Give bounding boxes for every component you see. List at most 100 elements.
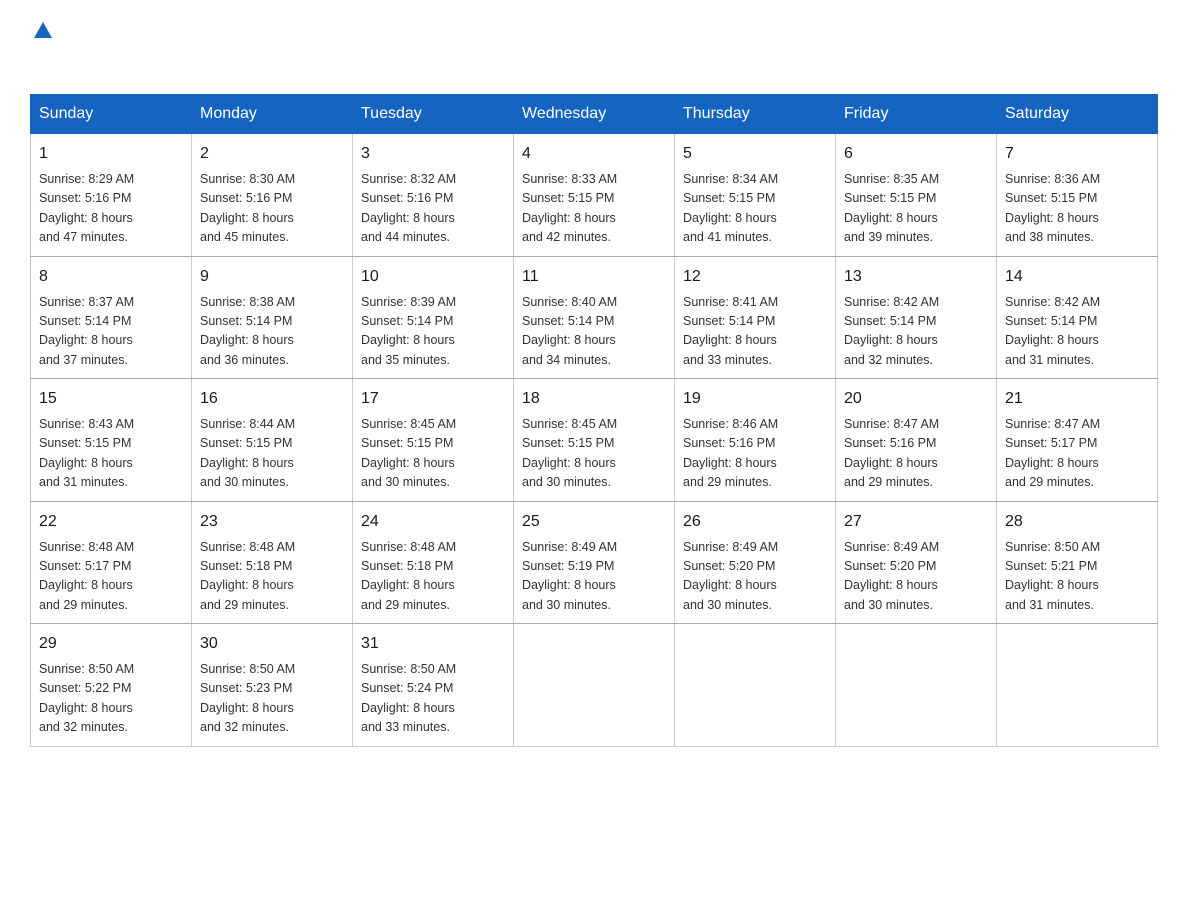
- day-number: 22: [39, 510, 183, 534]
- day-info: Sunrise: 8:42 AM Sunset: 5:14 PM Dayligh…: [1005, 293, 1149, 371]
- day-info: Sunrise: 8:29 AM Sunset: 5:16 PM Dayligh…: [39, 170, 183, 248]
- calendar-cell: [514, 624, 675, 747]
- calendar-table: SundayMondayTuesdayWednesdayThursdayFrid…: [30, 94, 1158, 747]
- day-info: Sunrise: 8:34 AM Sunset: 5:15 PM Dayligh…: [683, 170, 827, 248]
- calendar-cell: 2 Sunrise: 8:30 AM Sunset: 5:16 PM Dayli…: [192, 134, 353, 257]
- logo-triangle-icon: [32, 20, 54, 42]
- calendar-cell: 23 Sunrise: 8:48 AM Sunset: 5:18 PM Dayl…: [192, 501, 353, 624]
- day-info: Sunrise: 8:37 AM Sunset: 5:14 PM Dayligh…: [39, 293, 183, 371]
- calendar-cell: [997, 624, 1158, 747]
- header-thursday: Thursday: [675, 95, 836, 134]
- day-info: Sunrise: 8:49 AM Sunset: 5:20 PM Dayligh…: [844, 538, 988, 616]
- day-info: Sunrise: 8:47 AM Sunset: 5:16 PM Dayligh…: [844, 415, 988, 493]
- calendar-cell: 19 Sunrise: 8:46 AM Sunset: 5:16 PM Dayl…: [675, 379, 836, 502]
- calendar-cell: 28 Sunrise: 8:50 AM Sunset: 5:21 PM Dayl…: [997, 501, 1158, 624]
- day-info: Sunrise: 8:46 AM Sunset: 5:16 PM Dayligh…: [683, 415, 827, 493]
- day-number: 16: [200, 387, 344, 411]
- day-info: Sunrise: 8:50 AM Sunset: 5:21 PM Dayligh…: [1005, 538, 1149, 616]
- calendar-cell: 30 Sunrise: 8:50 AM Sunset: 5:23 PM Dayl…: [192, 624, 353, 747]
- day-info: Sunrise: 8:32 AM Sunset: 5:16 PM Dayligh…: [361, 170, 505, 248]
- day-number: 7: [1005, 142, 1149, 166]
- calendar-cell: 29 Sunrise: 8:50 AM Sunset: 5:22 PM Dayl…: [31, 624, 192, 747]
- calendar-week-5: 29 Sunrise: 8:50 AM Sunset: 5:22 PM Dayl…: [31, 624, 1158, 747]
- day-number: 25: [522, 510, 666, 534]
- calendar-week-2: 8 Sunrise: 8:37 AM Sunset: 5:14 PM Dayli…: [31, 256, 1158, 379]
- calendar-cell: 22 Sunrise: 8:48 AM Sunset: 5:17 PM Dayl…: [31, 501, 192, 624]
- day-number: 18: [522, 387, 666, 411]
- day-number: 14: [1005, 265, 1149, 289]
- day-number: 13: [844, 265, 988, 289]
- day-number: 29: [39, 632, 183, 656]
- header-monday: Monday: [192, 95, 353, 134]
- calendar-week-1: 1 Sunrise: 8:29 AM Sunset: 5:16 PM Dayli…: [31, 134, 1158, 257]
- day-info: Sunrise: 8:44 AM Sunset: 5:15 PM Dayligh…: [200, 415, 344, 493]
- calendar-cell: 3 Sunrise: 8:32 AM Sunset: 5:16 PM Dayli…: [353, 134, 514, 257]
- calendar-cell: 9 Sunrise: 8:38 AM Sunset: 5:14 PM Dayli…: [192, 256, 353, 379]
- day-info: Sunrise: 8:39 AM Sunset: 5:14 PM Dayligh…: [361, 293, 505, 371]
- day-number: 8: [39, 265, 183, 289]
- day-info: Sunrise: 8:33 AM Sunset: 5:15 PM Dayligh…: [522, 170, 666, 248]
- header-tuesday: Tuesday: [353, 95, 514, 134]
- calendar-cell: [836, 624, 997, 747]
- calendar-cell: [675, 624, 836, 747]
- day-info: Sunrise: 8:47 AM Sunset: 5:17 PM Dayligh…: [1005, 415, 1149, 493]
- day-info: Sunrise: 8:41 AM Sunset: 5:14 PM Dayligh…: [683, 293, 827, 371]
- day-info: Sunrise: 8:49 AM Sunset: 5:20 PM Dayligh…: [683, 538, 827, 616]
- calendar-cell: 15 Sunrise: 8:43 AM Sunset: 5:15 PM Dayl…: [31, 379, 192, 502]
- day-info: Sunrise: 8:50 AM Sunset: 5:22 PM Dayligh…: [39, 660, 183, 738]
- day-info: Sunrise: 8:42 AM Sunset: 5:14 PM Dayligh…: [844, 293, 988, 371]
- day-info: Sunrise: 8:50 AM Sunset: 5:23 PM Dayligh…: [200, 660, 344, 738]
- calendar-cell: 11 Sunrise: 8:40 AM Sunset: 5:14 PM Dayl…: [514, 256, 675, 379]
- logo: [30, 20, 54, 74]
- page-header: [30, 20, 1158, 74]
- day-info: Sunrise: 8:48 AM Sunset: 5:17 PM Dayligh…: [39, 538, 183, 616]
- day-info: Sunrise: 8:50 AM Sunset: 5:24 PM Dayligh…: [361, 660, 505, 738]
- calendar-cell: 7 Sunrise: 8:36 AM Sunset: 5:15 PM Dayli…: [997, 134, 1158, 257]
- day-info: Sunrise: 8:35 AM Sunset: 5:15 PM Dayligh…: [844, 170, 988, 248]
- day-number: 12: [683, 265, 827, 289]
- day-number: 19: [683, 387, 827, 411]
- calendar-cell: 6 Sunrise: 8:35 AM Sunset: 5:15 PM Dayli…: [836, 134, 997, 257]
- calendar-week-4: 22 Sunrise: 8:48 AM Sunset: 5:17 PM Dayl…: [31, 501, 1158, 624]
- calendar-cell: 20 Sunrise: 8:47 AM Sunset: 5:16 PM Dayl…: [836, 379, 997, 502]
- day-info: Sunrise: 8:38 AM Sunset: 5:14 PM Dayligh…: [200, 293, 344, 371]
- calendar-cell: 4 Sunrise: 8:33 AM Sunset: 5:15 PM Dayli…: [514, 134, 675, 257]
- day-number: 9: [200, 265, 344, 289]
- calendar-cell: 8 Sunrise: 8:37 AM Sunset: 5:14 PM Dayli…: [31, 256, 192, 379]
- day-number: 5: [683, 142, 827, 166]
- day-number: 1: [39, 142, 183, 166]
- header-friday: Friday: [836, 95, 997, 134]
- day-number: 28: [1005, 510, 1149, 534]
- day-number: 23: [200, 510, 344, 534]
- day-info: Sunrise: 8:48 AM Sunset: 5:18 PM Dayligh…: [200, 538, 344, 616]
- day-info: Sunrise: 8:43 AM Sunset: 5:15 PM Dayligh…: [39, 415, 183, 493]
- calendar-cell: 27 Sunrise: 8:49 AM Sunset: 5:20 PM Dayl…: [836, 501, 997, 624]
- header-sunday: Sunday: [31, 95, 192, 134]
- day-number: 3: [361, 142, 505, 166]
- calendar-header-row: SundayMondayTuesdayWednesdayThursdayFrid…: [31, 95, 1158, 134]
- day-info: Sunrise: 8:45 AM Sunset: 5:15 PM Dayligh…: [522, 415, 666, 493]
- calendar-cell: 10 Sunrise: 8:39 AM Sunset: 5:14 PM Dayl…: [353, 256, 514, 379]
- day-number: 21: [1005, 387, 1149, 411]
- day-info: Sunrise: 8:30 AM Sunset: 5:16 PM Dayligh…: [200, 170, 344, 248]
- day-number: 4: [522, 142, 666, 166]
- calendar-cell: 18 Sunrise: 8:45 AM Sunset: 5:15 PM Dayl…: [514, 379, 675, 502]
- day-number: 26: [683, 510, 827, 534]
- calendar-cell: 21 Sunrise: 8:47 AM Sunset: 5:17 PM Dayl…: [997, 379, 1158, 502]
- calendar-cell: 26 Sunrise: 8:49 AM Sunset: 5:20 PM Dayl…: [675, 501, 836, 624]
- day-info: Sunrise: 8:48 AM Sunset: 5:18 PM Dayligh…: [361, 538, 505, 616]
- calendar-cell: 16 Sunrise: 8:44 AM Sunset: 5:15 PM Dayl…: [192, 379, 353, 502]
- day-number: 20: [844, 387, 988, 411]
- day-number: 6: [844, 142, 988, 166]
- calendar-cell: 17 Sunrise: 8:45 AM Sunset: 5:15 PM Dayl…: [353, 379, 514, 502]
- day-info: Sunrise: 8:49 AM Sunset: 5:19 PM Dayligh…: [522, 538, 666, 616]
- day-number: 15: [39, 387, 183, 411]
- calendar-cell: 14 Sunrise: 8:42 AM Sunset: 5:14 PM Dayl…: [997, 256, 1158, 379]
- day-number: 27: [844, 510, 988, 534]
- calendar-cell: 31 Sunrise: 8:50 AM Sunset: 5:24 PM Dayl…: [353, 624, 514, 747]
- header-saturday: Saturday: [997, 95, 1158, 134]
- calendar-cell: 13 Sunrise: 8:42 AM Sunset: 5:14 PM Dayl…: [836, 256, 997, 379]
- day-number: 17: [361, 387, 505, 411]
- day-number: 11: [522, 265, 666, 289]
- day-number: 30: [200, 632, 344, 656]
